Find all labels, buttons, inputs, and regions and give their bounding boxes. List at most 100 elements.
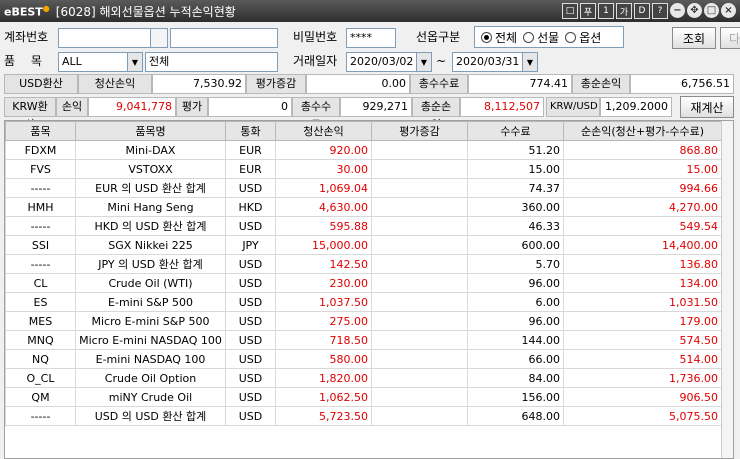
item-dropdown-icon[interactable]: ▼ [127,52,143,72]
vertical-scrollbar[interactable] [721,121,733,458]
date-separator: ~ [436,54,447,68]
table-row[interactable]: QM miNY Crude Oil USD 1,062.50 156.00 906.50 [5,387,722,407]
cell-currency: USD [225,216,276,236]
cell-name: Mini-DAX [75,140,226,160]
trade-date-label: 거래일자 [293,54,338,68]
cell-eval [371,368,468,388]
krw-summary-row: KRW환산 손익 9,041,778 평가 0 총수수료 929,271 총순손… [4,97,672,131]
fx-rate-label: KRW/USD [546,97,600,117]
table-row[interactable]: ----- USD 의 USD 환산 합계 USD 5,723.50 648.00 5,0… [5,406,722,426]
minimize-icon[interactable]: − [670,3,685,18]
table-row[interactable]: MES Micro E-mini S&P 500 USD 275.00 96.00 179… [5,311,722,331]
usd-fee-label: 총수수료 [410,74,468,94]
col-header-name[interactable]: 품목명 [75,121,226,141]
col-header-realized[interactable]: 청산손익 [275,121,372,141]
table-row[interactable]: MNQ Micro E-mini NASDAQ 100 USD 718.50 144.0… [5,330,722,350]
col-header-fee[interactable]: 수수료 [467,121,564,141]
table-row[interactable]: ----- HKD 의 USD 환산 합계 USD 595.88 46.33 549.54 [5,216,722,236]
cell-eval [371,406,468,426]
table-row[interactable]: FDXM Mini-DAX EUR 920.00 51.20 868.80 [5,140,722,160]
cell-fee: 6.00 [467,292,564,312]
cell-code: ES [5,292,76,312]
cell-name: SGX Nikkei 225 [75,235,226,255]
password-input[interactable]: **** [346,28,396,48]
cell-net: 4,270.00 [563,197,722,217]
fx-rate-input[interactable]: 1,209.2000 [600,97,672,117]
window-controls: □ 푸 1 가 D ? − ✥ □ × [562,3,736,19]
cell-currency: USD [225,387,276,407]
radio-all[interactable]: 전체 [481,29,517,46]
table-row[interactable]: SSI SGX Nikkei 225 JPY 15,000.00 600.00 14,40… [5,235,722,255]
window-btn-1[interactable]: 푸 [580,3,596,19]
date-from-calendar-icon[interactable]: ▼ [416,52,432,72]
cell-code: ----- [5,406,76,426]
window-btn-0[interactable]: □ [562,3,578,19]
cell-realized: 1,062.50 [275,387,372,407]
cell-realized: 595.88 [275,216,372,236]
table-row[interactable]: ----- EUR 의 USD 환산 합계 USD 1,069.04 74.37 994.… [5,178,722,198]
help-button[interactable]: ? [652,3,668,19]
usd-summary-row: USD환산 청산손익 7,530.92 평가증감 0.00 총수수료 774.4… [4,74,734,94]
cell-code: FDXM [5,140,76,160]
col-header-code[interactable]: 품목 [5,121,76,141]
date-to-calendar-icon[interactable]: ▼ [522,52,538,72]
table-row[interactable]: FVS VSTOXX EUR 30.00 15.00 15.00 [5,159,722,179]
table-row[interactable]: ES E-mini S&P 500 USD 1,037.50 6.00 1,031.50 [5,292,722,312]
radio-options[interactable]: 옵션 [565,29,601,46]
cell-net: 574.50 [563,330,722,350]
table-row[interactable]: NQ E-mini NASDAQ 100 USD 580.00 66.00 514.00 [5,349,722,369]
pnl-grid: 품목 품목명 통화 청산손익 평가증감 수수료 순손익(청산+평가-수수료) F… [4,120,734,459]
table-row[interactable]: O_CL Crude Oil Option USD 1,820.00 84.00 1,73… [5,368,722,388]
col-header-eval[interactable]: 평가증감 [371,121,468,141]
password-label: 비밀번호 [293,30,338,44]
account-label: 계좌번호 [4,30,49,44]
cell-name: Crude Oil (WTI) [75,273,226,293]
close-icon[interactable]: × [721,3,736,18]
cell-currency: USD [225,349,276,369]
cell-currency: HKD [225,197,276,217]
cell-realized: 4,630.00 [275,197,372,217]
move-icon[interactable]: ✥ [687,3,702,18]
table-row[interactable]: CL Crude Oil (WTI) USD 230.00 96.00 134.00 [5,273,722,293]
cell-code: CL [5,273,76,293]
maximize-icon[interactable]: □ [704,3,719,18]
cell-fee: 648.00 [467,406,564,426]
usd-net-label: 총순손익 [572,74,630,94]
cell-realized: 15,000.00 [275,235,372,255]
query-button[interactable]: 조회 [672,27,716,49]
cell-net: 136.80 [563,254,722,274]
window-btn-3[interactable]: 가 [616,3,632,19]
radio-futures[interactable]: 선물 [523,29,559,46]
cell-code: ----- [5,254,76,274]
table-row[interactable]: ----- JPY 의 USD 환산 합계 USD 142.50 5.70 136.80 [5,254,722,274]
cell-code: ----- [5,216,76,236]
cell-eval [371,140,468,160]
cell-eval [371,178,468,198]
col-header-currency[interactable]: 통화 [225,121,276,141]
cell-realized: 275.00 [275,311,372,331]
account-search-button[interactable] [150,28,168,48]
cell-net: 994.66 [563,178,722,198]
cell-code: HMH [5,197,76,217]
cell-eval [371,197,468,217]
date-to-input[interactable]: 2020/03/31 [452,52,524,72]
window-btn-4[interactable]: D [634,3,650,19]
cell-currency: USD [225,273,276,293]
col-header-net[interactable]: 순손익(청산+평가-수수료) [563,121,722,141]
table-row[interactable]: HMH Mini Hang Seng HKD 4,630.00 360.00 4,270.… [5,197,722,217]
usd-realized-value: 7,530.92 [152,74,246,94]
option-type-group: 전체 선물 옵션 [474,26,624,48]
cell-name: VSTOXX [75,159,226,179]
recalculate-button[interactable]: 재계산 [680,96,734,118]
next-button[interactable]: 다음 [720,27,740,49]
cell-fee: 600.00 [467,235,564,255]
cell-realized: 230.00 [275,273,372,293]
cell-currency: JPY [225,235,276,255]
date-from-input[interactable]: 2020/03/02 [346,52,418,72]
cell-eval [371,235,468,255]
cell-realized: 718.50 [275,330,372,350]
item-select[interactable]: ALL [58,52,130,72]
window-btn-2[interactable]: 1 [598,3,614,19]
cell-name: EUR 의 USD 환산 합계 [75,178,226,198]
cell-name: HKD 의 USD 환산 합계 [75,216,226,236]
